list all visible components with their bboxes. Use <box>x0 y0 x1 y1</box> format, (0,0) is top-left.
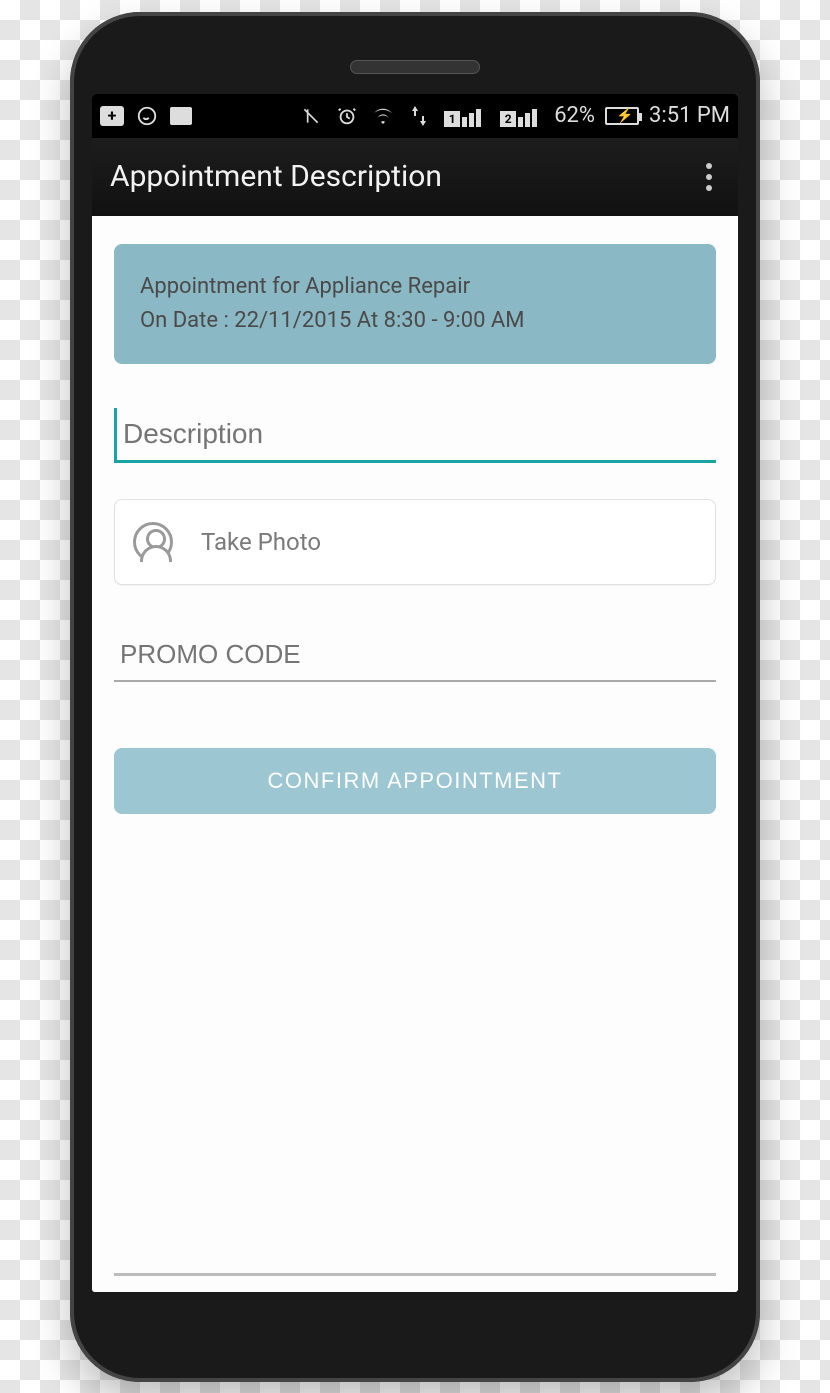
screen: + 1 <box>92 94 738 1292</box>
phone-frame: + 1 <box>70 12 760 1382</box>
page-title: Appointment Description <box>110 159 442 194</box>
wifi-icon <box>370 103 396 129</box>
overflow-menu-button[interactable] <box>698 155 720 199</box>
sim1-badge: 1 <box>444 111 460 127</box>
camera-avatar-icon <box>133 522 173 562</box>
confirm-appointment-button[interactable]: CONFIRM APPOINTMENT <box>114 748 716 814</box>
battery-percentage: 62% <box>554 103 595 128</box>
description-input[interactable] <box>114 408 716 463</box>
appointment-datetime-line: On Date : 22/11/2015 At 8:30 - 9:00 AM <box>140 304 690 338</box>
phone-speaker <box>350 60 480 74</box>
app-bar: Appointment Description <box>92 138 738 216</box>
alarm-icon <box>334 103 360 129</box>
sim1-signal-icon: 1 <box>442 105 488 127</box>
take-photo-label: Take Photo <box>201 528 321 556</box>
bottom-divider <box>114 1273 716 1276</box>
clock-text: 3:51 PM <box>649 103 730 128</box>
status-left: + <box>100 103 192 129</box>
promo-code-input[interactable] <box>114 629 716 682</box>
battery-icon: ⚡ <box>605 107 639 125</box>
sim2-badge: 2 <box>500 111 516 127</box>
take-photo-button[interactable]: Take Photo <box>114 499 716 585</box>
content-area: Appointment for Appliance Repair On Date… <box>92 216 738 1292</box>
appointment-service-line: Appointment for Appliance Repair <box>140 270 690 304</box>
vibrate-icon <box>298 103 324 129</box>
data-sync-icon <box>406 103 432 129</box>
notification-plus-icon: + <box>100 106 124 126</box>
image-notification-icon <box>170 107 192 125</box>
status-right: 1 2 62% ⚡ 3:51 PM <box>298 103 730 129</box>
sim2-signal-icon: 2 <box>498 105 544 127</box>
whatsapp-icon <box>134 103 160 129</box>
appointment-info-card: Appointment for Appliance Repair On Date… <box>114 244 716 364</box>
status-bar: + 1 <box>92 94 738 138</box>
